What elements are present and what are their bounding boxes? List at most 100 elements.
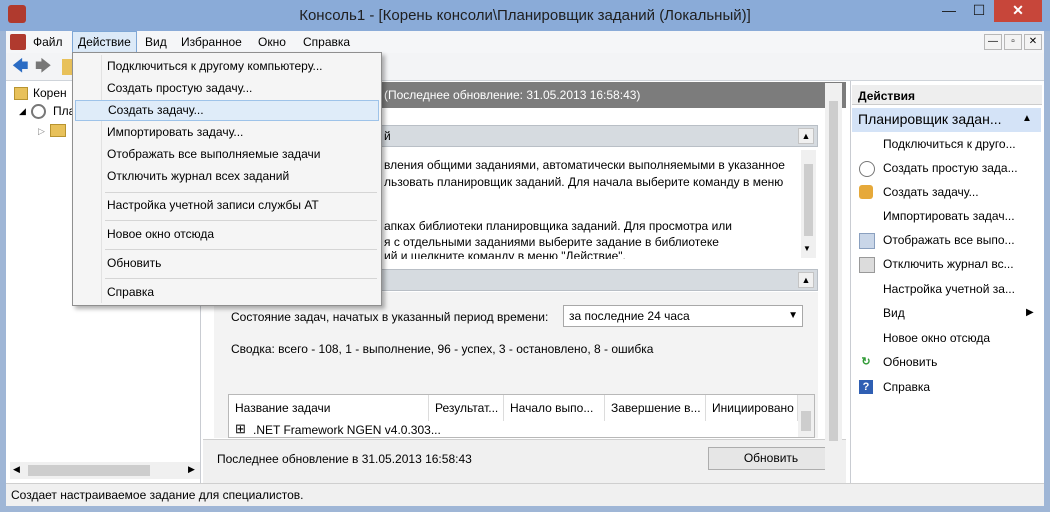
- scroll-down-icon[interactable]: ▼: [803, 244, 811, 253]
- menu-at-account[interactable]: Настройка учетной записи службы AT: [75, 195, 379, 216]
- scroll-right-icon[interactable]: ▶: [188, 464, 195, 475]
- close-button[interactable]: ✕: [994, 0, 1042, 22]
- tree-hscrollbar[interactable]: ◀ ▶: [10, 462, 200, 479]
- col-task-name[interactable]: Название задачи: [229, 395, 429, 421]
- library-folder-icon: [50, 124, 66, 137]
- menu-file[interactable]: Файл: [28, 31, 68, 53]
- action-import-task[interactable]: Импортировать задач...: [856, 204, 1038, 228]
- table-scroll-thumb[interactable]: [801, 411, 811, 431]
- tree-expand-icon[interactable]: ◢: [19, 106, 26, 117]
- refresh-button[interactable]: Обновить: [708, 447, 834, 470]
- menu-separator: [105, 192, 377, 193]
- menu-connect[interactable]: Подключиться к другому компьютеру...: [75, 56, 379, 77]
- status-period-label: Состояние задач, начатых в указанный пер…: [231, 310, 549, 324]
- action-import-task-label: Импортировать задач...: [883, 209, 1015, 223]
- action-help[interactable]: ? Справка: [856, 375, 1038, 399]
- status-bar-text: Создает настраиваемое задание для специа…: [11, 488, 304, 502]
- action-view-label: Вид: [883, 306, 905, 320]
- center-vscrollbar[interactable]: [825, 83, 842, 480]
- menu-create-task[interactable]: Создать задачу...: [75, 100, 379, 121]
- center-scroll-thumb[interactable]: [829, 101, 838, 441]
- status-collapse-button[interactable]: ▲: [798, 272, 814, 288]
- clock-icon: [859, 161, 875, 177]
- back-arrow-icon[interactable]: 🡄: [12, 58, 30, 76]
- console-icon[interactable]: [10, 34, 26, 50]
- menu-favorites[interactable]: Избранное: [176, 31, 247, 53]
- menu-bar: Файл Действие Вид Избранное Окно Справка: [6, 31, 1044, 53]
- mdi-close-button[interactable]: ✕: [1024, 34, 1042, 50]
- action-account-settings-label: Настройка учетной зa...: [883, 282, 1015, 296]
- task-summary: Сводка: всего - 108, 1 - выполнение, 96 …: [231, 342, 654, 356]
- col-start[interactable]: Начало выпо...: [504, 395, 605, 421]
- col-end[interactable]: Завершение в...: [605, 395, 706, 421]
- folder-icon[interactable]: [62, 59, 72, 75]
- window-title: Консоль1 - [Корень консоли\Планировщик з…: [299, 7, 751, 24]
- actions-group-title: Планировщик задан...: [858, 111, 1002, 127]
- col-initiated[interactable]: Инициировано: [706, 395, 798, 421]
- action-account-settings[interactable]: Настройка учетной зa...: [856, 277, 1038, 301]
- group-collapse-icon[interactable]: ▲: [1022, 113, 1032, 124]
- menu-import-task[interactable]: Импортировать задачу...: [75, 122, 379, 143]
- refresh-icon: ↻: [861, 356, 871, 368]
- expand-plus-icon[interactable]: ⊞: [235, 421, 246, 437]
- center-header-text: (Последнее обновление: 31.05.2013 16:58:…: [384, 88, 641, 102]
- tree-root-icon: [14, 87, 28, 100]
- action-display-running-label: Отображать все выпо...: [883, 233, 1015, 247]
- menu-separator: [105, 220, 377, 221]
- overview-section-title: й: [384, 129, 391, 143]
- menu-help-item[interactable]: Справка: [75, 282, 379, 303]
- forward-arrow-icon[interactable]: 🡆: [35, 58, 53, 76]
- table-vscrollbar[interactable]: [798, 395, 814, 437]
- action-create-basic-task[interactable]: Создать простую зада...: [856, 156, 1038, 180]
- action-create-task-label: Создать задачу...: [883, 185, 979, 199]
- minimize-button[interactable]: —: [934, 0, 964, 22]
- overview-text-line-2: льзовать планировщик заданий. Для начала…: [384, 175, 784, 189]
- tree-hscroll-thumb[interactable]: [28, 465, 150, 476]
- action-disable-log[interactable]: Отключить журнал вс...: [856, 252, 1038, 276]
- overview-text-line-1: вления общими заданиями, автоматически в…: [384, 158, 785, 172]
- overview-text-line-3: апках библиотеки планировщика заданий. Д…: [384, 219, 732, 233]
- menu-window[interactable]: Окно: [253, 31, 291, 53]
- scroll-left-icon[interactable]: ◀: [13, 464, 20, 475]
- overview-scroll-thumb[interactable]: [804, 164, 813, 236]
- task-row-label: .NET Framework NGEN v4.0.303...: [253, 423, 441, 437]
- period-select[interactable]: за последние 24 часа ▼: [563, 305, 803, 327]
- tree-collapsed-icon[interactable]: ▷: [38, 126, 45, 137]
- action-view[interactable]: Вид: [856, 301, 1038, 325]
- action-disable-log-label: Отключить журнал вс...: [883, 257, 1014, 271]
- submenu-arrow-icon: ▶: [1026, 307, 1034, 318]
- col-result[interactable]: Результат...: [429, 395, 504, 421]
- overview-scrollbar[interactable]: ▼: [801, 150, 816, 258]
- action-connect[interactable]: Подключиться к друго...: [856, 132, 1038, 156]
- log-icon: [859, 257, 875, 273]
- action-new-window[interactable]: Новое окно отсюда: [856, 326, 1038, 350]
- task-icon: [859, 185, 873, 199]
- menu-separator: [105, 249, 377, 250]
- action-help-label: Справка: [883, 380, 931, 394]
- menu-create-basic-task[interactable]: Создать простую задачу...: [75, 78, 379, 99]
- menu-disable-log[interactable]: Отключить журнал всех заданий: [75, 166, 379, 187]
- action-create-task[interactable]: Создать задачу...: [856, 180, 1038, 204]
- action-refresh[interactable]: ↻ Обновить: [856, 350, 1038, 374]
- last-update-text: Последнее обновление в 31.05.2013 16:58:…: [217, 452, 472, 466]
- action-dropdown-menu: Подключиться к другому компьютеру... Соз…: [72, 52, 382, 306]
- tree-root-label[interactable]: Корен: [33, 86, 67, 100]
- menu-help[interactable]: Справка: [298, 31, 355, 53]
- menu-view[interactable]: Вид: [140, 31, 172, 53]
- overview-collapse-button[interactable]: ▲: [798, 128, 814, 144]
- menu-new-window[interactable]: Новое окно отсюда: [75, 224, 379, 245]
- mdi-minimize-button[interactable]: —: [984, 34, 1002, 50]
- mdi-restore-button[interactable]: ▫: [1004, 34, 1022, 50]
- menu-refresh[interactable]: Обновить: [75, 253, 379, 274]
- clock-icon: [31, 104, 46, 119]
- overview-text-line-4: я с отдельными заданиями выберите задани…: [384, 235, 719, 249]
- table-row[interactable]: ⊞ .NET Framework NGEN v4.0.303...: [229, 421, 798, 437]
- action-new-window-label: Новое окно отсюда: [883, 331, 991, 345]
- maximize-button[interactable]: ☐: [966, 0, 992, 22]
- action-create-basic-task-label: Создать простую зада...: [883, 161, 1018, 175]
- action-display-running[interactable]: Отображать все выпо...: [856, 228, 1038, 252]
- menu-display-running[interactable]: Отображать все выполняемые задачи: [75, 144, 379, 165]
- menu-action[interactable]: Действие: [72, 31, 137, 53]
- action-refresh-label: Обновить: [883, 355, 938, 369]
- chevron-down-icon[interactable]: ▼: [788, 306, 798, 326]
